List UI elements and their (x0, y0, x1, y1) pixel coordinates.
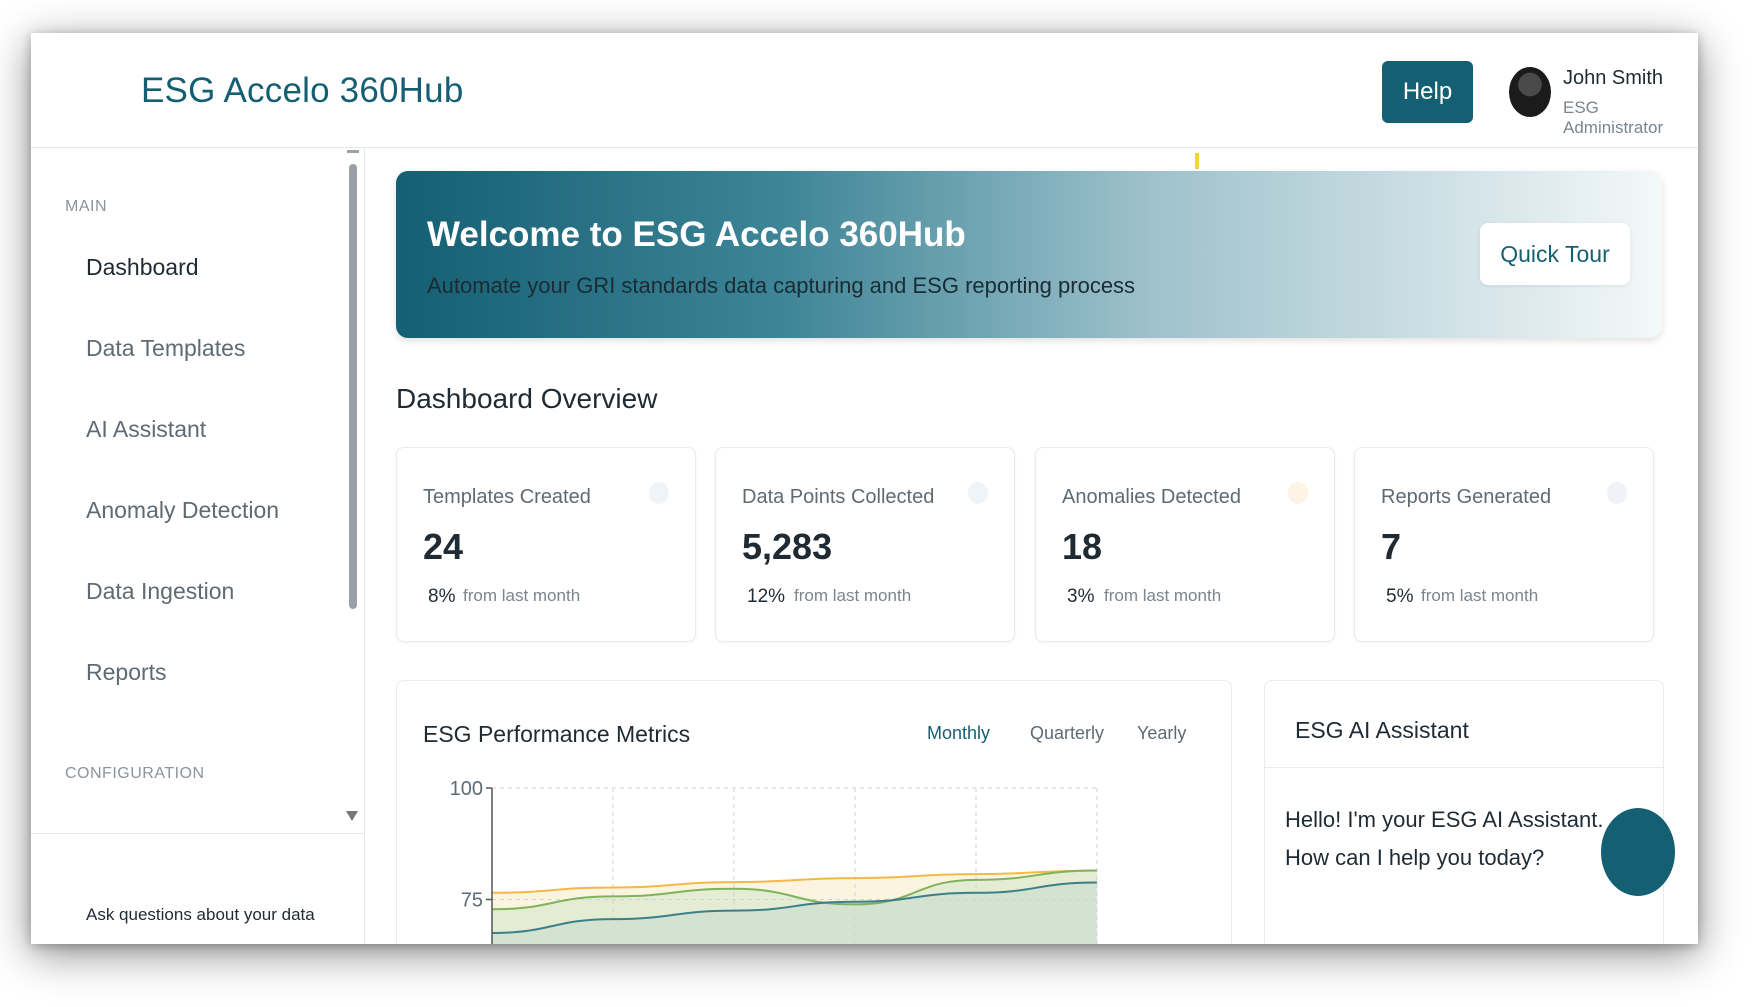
user-name: John Smith (1563, 67, 1664, 89)
sidebar-item-anomaly-detection[interactable]: Anomaly Detection (86, 497, 279, 524)
stat-label: Templates Created (423, 486, 591, 508)
stat-icon (649, 482, 669, 504)
stat-label: Reports Generated (1381, 486, 1552, 508)
stat-icon (1607, 482, 1627, 504)
stat-value: 7 (1381, 526, 1402, 567)
sidebar-item-reports[interactable]: Reports (86, 659, 167, 686)
sidebar-divider (31, 833, 365, 834)
stat-note: from last month (1421, 586, 1539, 605)
stat-change: 12% (747, 586, 786, 607)
sidebar-scrollbar[interactable] (349, 164, 357, 609)
welcome-title: Welcome to ESG Accelo 360Hub (427, 215, 966, 254)
performance-chart: 100 75 (450, 778, 1098, 944)
esg-performance-panel: ESG Performance Metrics Monthly Quarterl… (396, 680, 1232, 944)
stat-card-data-points[interactable]: Data Points Collected 5,283 12% from las… (715, 447, 1015, 642)
ai-divider (1265, 767, 1663, 768)
welcome-subtitle: Automate your GRI standards data capturi… (427, 273, 1136, 298)
stat-card-anomalies[interactable]: Anomalies Detected 18 3% from last month (1035, 447, 1335, 642)
stat-card-templates[interactable]: Templates Created 24 8% from last month (396, 447, 696, 642)
ai-assistant-panel: ESG AI Assistant Hello! I'm your ESG AI … (1264, 680, 1664, 944)
section-configuration-label: CONFIGURATION (65, 765, 205, 782)
stat-label: Anomalies Detected (1062, 486, 1241, 508)
quick-tour-button[interactable]: Quick Tour (1480, 223, 1630, 285)
stat-value: 24 (423, 526, 464, 567)
stat-change: 8% (428, 586, 456, 607)
welcome-banner: Welcome to ESG Accelo 360Hub Automate yo… (396, 171, 1662, 338)
user-role: ESG Administrator (1563, 98, 1664, 137)
sidebar-item-data-templates[interactable]: Data Templates (86, 335, 245, 362)
stat-note: from last month (1104, 586, 1222, 605)
ai-welcome-message: Hello! I'm your ESG AI Assistant. How ca… (1285, 807, 1604, 870)
y-tick-label: 100 (450, 778, 483, 800)
chat-fab-button[interactable] (1601, 808, 1675, 896)
stat-change: 5% (1386, 586, 1414, 607)
sidebar: MAIN Dashboard Data Templates AI Assista… (31, 148, 365, 944)
stat-icon (968, 482, 988, 504)
scroll-down-arrow-icon[interactable] (346, 811, 358, 821)
y-tick-label: 75 (461, 890, 483, 912)
brand-title[interactable]: ESG Accelo 360Hub (141, 71, 464, 111)
stat-icon (1288, 482, 1308, 504)
stat-note: from last month (463, 586, 581, 605)
ai-assistant-title: ESG AI Assistant (1295, 717, 1469, 743)
help-button[interactable]: Help (1382, 61, 1473, 123)
stat-value: 5,283 (742, 526, 833, 567)
highlight-marker (1195, 153, 1199, 169)
stat-change: 3% (1067, 586, 1095, 607)
sidebar-item-ai-assistant[interactable]: AI Assistant (86, 416, 206, 443)
top-header: ESG Accelo 360Hub Help John Smith ESG Ad… (31, 33, 1698, 148)
avatar[interactable] (1509, 67, 1551, 117)
dashboard-overview-title: Dashboard Overview (396, 383, 658, 414)
sidebar-item-dashboard[interactable]: Dashboard (86, 254, 199, 281)
section-main-label: MAIN (65, 198, 107, 215)
stat-card-reports[interactable]: Reports Generated 7 5% from last month (1354, 447, 1654, 642)
stat-value: 18 (1062, 526, 1103, 567)
app-window: ESG Accelo 360Hub Help John Smith ESG Ad… (31, 33, 1698, 944)
scrollbar-top-cap (347, 150, 359, 153)
stat-note: from last month (794, 586, 912, 605)
ask-questions-text: Ask questions about your data (86, 905, 315, 924)
stat-label: Data Points Collected (742, 486, 935, 508)
sidebar-item-data-ingestion[interactable]: Data Ingestion (86, 578, 234, 605)
